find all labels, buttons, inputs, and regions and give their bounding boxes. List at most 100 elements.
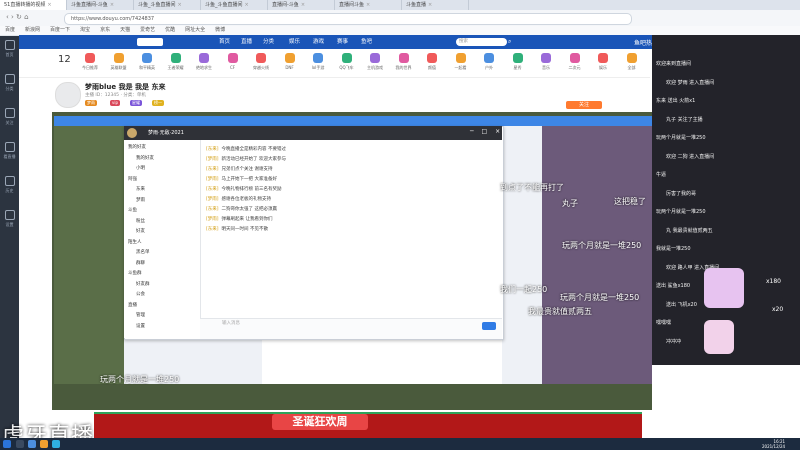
left-rail-item[interactable]: 首页 bbox=[0, 40, 19, 70]
contact-item[interactable]: 粉丝 bbox=[136, 218, 145, 224]
search-icon[interactable] bbox=[16, 440, 24, 448]
send-button[interactable] bbox=[482, 322, 496, 330]
contact-item[interactable]: 东来 bbox=[136, 186, 145, 192]
browser-tab[interactable]: 51直播转播的视频 × bbox=[0, 0, 67, 10]
nav-item[interactable]: 鱼吧 bbox=[361, 35, 372, 49]
contact-item[interactable]: 黑名单 bbox=[136, 249, 150, 255]
category-label: 娱乐 bbox=[599, 65, 607, 70]
close-icon[interactable]: × bbox=[366, 2, 370, 8]
close-icon[interactable]: × bbox=[47, 2, 51, 8]
bookmark-item[interactable]: 淘宝 bbox=[75, 26, 95, 35]
close-icon[interactable]: × bbox=[301, 2, 305, 8]
contact-item[interactable]: 小明 bbox=[136, 165, 145, 171]
browser-tab[interactable]: 直播间斗鱼 × bbox=[335, 0, 402, 10]
nav-item[interactable]: 分类 bbox=[263, 35, 274, 49]
category-item[interactable]: 绝地求生 bbox=[193, 53, 215, 71]
left-rail-item[interactable]: 看直播 bbox=[0, 142, 19, 172]
address-bar[interactable]: https://www.douyu.com/7424837 bbox=[64, 13, 632, 25]
browser-tab[interactable]: 斗鱼直播 × bbox=[402, 0, 469, 10]
category-item[interactable]: 王者荣耀 bbox=[165, 53, 187, 71]
folder-icon[interactable] bbox=[40, 440, 48, 448]
bookmark-item[interactable]: 网址大全 bbox=[180, 26, 210, 35]
left-rail-item[interactable]: 分类 bbox=[0, 74, 19, 104]
nav-item[interactable]: 直播 bbox=[241, 35, 252, 49]
site-logo[interactable] bbox=[137, 38, 163, 46]
bookmark-item[interactable]: 百度一下 bbox=[45, 26, 75, 35]
browser-tab[interactable]: 斗鱼直播间-斗鱼 × bbox=[67, 0, 134, 10]
nav-item[interactable]: 赛事 bbox=[337, 35, 348, 49]
follow-button[interactable]: 关注 bbox=[566, 101, 602, 109]
clock[interactable]: 16:21 2021/12/24 bbox=[762, 439, 785, 449]
chat-input[interactable] bbox=[200, 318, 502, 339]
contact-item[interactable]: 群聊 bbox=[136, 260, 145, 266]
bookmark-item[interactable]: 优酷 bbox=[160, 26, 180, 35]
category-icon bbox=[512, 53, 523, 63]
contact-item[interactable]: 管理 bbox=[136, 312, 145, 318]
category-item[interactable]: 和平精英 bbox=[136, 53, 158, 71]
bookmark-item[interactable]: 京东 bbox=[95, 26, 115, 35]
contact-item[interactable]: 我的好友 bbox=[128, 144, 146, 150]
bookmark-item[interactable]: 微博 bbox=[210, 26, 230, 35]
close-icon[interactable]: × bbox=[428, 2, 432, 8]
bookmark-item[interactable]: 天猫 bbox=[115, 26, 135, 35]
close-icon[interactable]: × bbox=[178, 2, 182, 8]
category-item[interactable]: 户外 bbox=[478, 53, 500, 71]
category-item[interactable]: CF bbox=[222, 53, 244, 70]
search-icon[interactable]: ⌕ bbox=[508, 38, 511, 46]
left-rail-item[interactable]: 设置 bbox=[0, 210, 19, 240]
close-icon[interactable]: × bbox=[245, 2, 249, 8]
contact-item[interactable]: 斗鱼 bbox=[128, 207, 137, 213]
category-item[interactable]: 我的世界 bbox=[393, 53, 415, 71]
contact-item[interactable]: 设置 bbox=[136, 323, 145, 329]
category-item[interactable]: 主机游戏 bbox=[364, 53, 386, 71]
contact-item[interactable]: 我的好友 bbox=[136, 155, 154, 161]
start-icon[interactable] bbox=[3, 440, 11, 448]
category-item[interactable]: 音乐 bbox=[535, 53, 557, 71]
bookmark-item[interactable]: 新浪网 bbox=[20, 26, 45, 35]
message-sender: [梦雨] bbox=[206, 157, 219, 162]
browser-icon[interactable] bbox=[28, 440, 36, 448]
category-item[interactable]: 今日推荐 bbox=[79, 53, 101, 71]
browser-tab[interactable]: 斗鱼_斗鱼直播间 × bbox=[134, 0, 201, 10]
left-rail-item[interactable]: 历史 bbox=[0, 176, 19, 206]
category-item[interactable]: DNF bbox=[279, 53, 301, 70]
nav-item[interactable]: 首页 bbox=[219, 35, 230, 49]
contact-item[interactable]: 好友群 bbox=[136, 281, 150, 287]
category-item[interactable]: QQ飞车 bbox=[336, 53, 358, 71]
browser-tab[interactable]: 斗鱼_斗鱼直播间 × bbox=[201, 0, 268, 10]
bookmark-item[interactable]: 爱奇艺 bbox=[135, 26, 160, 35]
gift-image bbox=[704, 320, 734, 354]
live-chat-line: 牛逼 bbox=[656, 172, 667, 178]
promo-banner[interactable]: 圣诞狂欢周 bbox=[272, 414, 368, 430]
category-item[interactable]: 英雄联盟 bbox=[108, 53, 130, 71]
category-item[interactable]: 全部 bbox=[621, 53, 643, 71]
browser-tab[interactable]: 直播间-斗鱼 × bbox=[268, 0, 335, 10]
search-input[interactable]: 搜索 bbox=[456, 38, 507, 46]
category-item[interactable]: 一起看 bbox=[450, 53, 472, 71]
bookmark-item[interactable]: 百度 bbox=[0, 26, 20, 35]
category-item[interactable]: 二次元 bbox=[564, 53, 586, 71]
category-item[interactable]: 娱乐 bbox=[592, 53, 614, 71]
category-item[interactable]: lol手游 bbox=[307, 53, 329, 71]
contact-item[interactable]: 陌生人 bbox=[128, 239, 142, 245]
contact-item[interactable]: 公会 bbox=[136, 291, 145, 297]
contact-item[interactable]: 好友 bbox=[136, 228, 145, 234]
avatar[interactable] bbox=[127, 128, 137, 138]
left-rail-item[interactable]: 关注 bbox=[0, 108, 19, 138]
category-item[interactable]: 星秀 bbox=[507, 53, 529, 71]
live-chat-line: 丸子 关注了主播 bbox=[666, 116, 703, 123]
nav-item[interactable]: 游戏 bbox=[313, 35, 324, 49]
back-forward-icons[interactable]: ‹ › ↻ ⌂ bbox=[6, 13, 29, 21]
window-controls-icon[interactable]: ─ □ × bbox=[470, 128, 503, 135]
chat-app-icon[interactable] bbox=[52, 440, 60, 448]
contact-item[interactable]: 阿强 bbox=[128, 176, 137, 182]
close-icon[interactable]: × bbox=[110, 2, 114, 8]
contact-item[interactable]: 斗鱼群 bbox=[128, 270, 142, 276]
contact-item[interactable]: 梦雨 bbox=[136, 197, 145, 203]
category-item[interactable]: 穿越火线 bbox=[250, 53, 272, 71]
contact-item[interactable]: 直播 bbox=[128, 302, 137, 308]
category-item[interactable]: 颜值 bbox=[421, 53, 443, 71]
chat-message: [梦雨] 感谢各位老板的礼物支持 bbox=[206, 196, 271, 202]
nav-item[interactable]: 娱乐 bbox=[289, 35, 300, 49]
avatar[interactable] bbox=[55, 82, 81, 108]
